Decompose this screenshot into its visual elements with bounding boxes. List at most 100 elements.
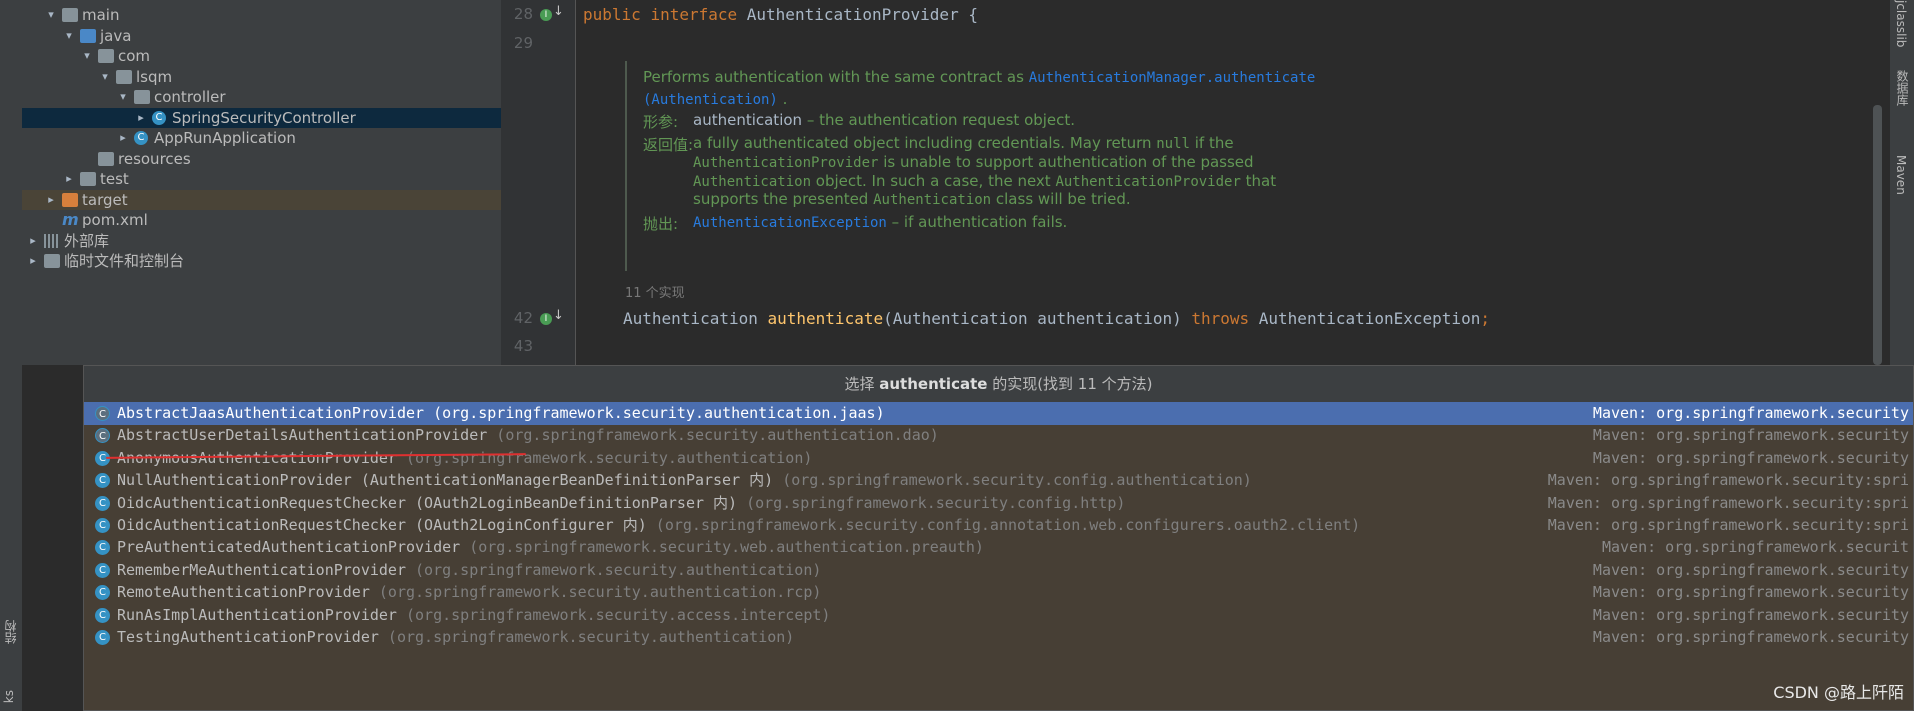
chevron-right-icon[interactable]: ▸ [26, 251, 40, 271]
implemented-gutter-icon[interactable]: I [540, 9, 552, 21]
implementation-item[interactable]: C RememberMeAuthenticationProvider (org.s… [84, 559, 1913, 582]
maven-tool-tab[interactable]: Maven [1894, 155, 1908, 195]
tree-item[interactable]: ▾ lsqm [22, 67, 501, 87]
tree-item[interactable]: ▸ 外部库 [22, 231, 501, 251]
chevron-down-icon[interactable]: ▾ [98, 67, 112, 87]
module-name: Maven: org.springframework.security [1592, 560, 1909, 579]
param-name: authentication [693, 111, 803, 129]
implementation-item[interactable]: C OidcAuthenticationRequestChecker (OAuth… [84, 492, 1913, 515]
doc-link[interactable]: AuthenticationManager.authenticate [1029, 70, 1316, 86]
title-method: authenticate [879, 375, 988, 393]
doc-text: that [1240, 172, 1277, 190]
return-tag: 返回值: [643, 136, 694, 154]
chevron-down-icon[interactable]: ▾ [62, 26, 76, 46]
class-icon: C [152, 110, 166, 125]
implementation-item[interactable]: C RunAsImplAuthenticationProvider (org.sp… [84, 604, 1913, 627]
chevron-down-icon[interactable]: ▾ [44, 5, 58, 25]
choose-implementation-popup: 选择 authenticate 的实现(找到 11 个方法) C Abstract… [83, 365, 1914, 711]
param-tag: 形参: [643, 113, 679, 131]
implementation-list: C AbstractJaasAuthenticationProvider (org… [84, 402, 1913, 710]
class-name: OidcAuthenticationRequestChecker (OAuth2… [117, 516, 647, 534]
package-name: (org.springframework.security.config.ann… [646, 516, 1361, 534]
tree-item[interactable]: ▸ target [22, 189, 501, 210]
implementation-name: OidcAuthenticationRequestChecker (OAuth2… [117, 492, 1125, 515]
tree-item[interactable]: ▾ com [22, 46, 501, 66]
implementation-name: RemoteAuthenticationProvider (org.spring… [117, 581, 821, 604]
package-name: (org.springframework.security.config.htt… [737, 493, 1126, 512]
tree-item-label: controller [154, 88, 226, 106]
doc-text: Performs authentication with the same co… [643, 68, 1029, 86]
tree-item[interactable]: ▸ 临时文件和控制台 [22, 251, 501, 271]
method-name: authenticate [767, 309, 884, 328]
tree-item[interactable]: ▾ java [22, 26, 501, 46]
class-icon: C [95, 562, 110, 578]
tree-item[interactable]: ▸ C AppRunApplication [22, 128, 501, 148]
semicolon: ; [1480, 309, 1490, 328]
code-text: AuthenticationProvider { [737, 5, 978, 24]
implementation-item[interactable]: C NullAuthenticationProvider (Authenticat… [84, 469, 1913, 492]
implementation-item[interactable]: C OidcAuthenticationRequestChecker (OAuth… [84, 514, 1913, 537]
class-icon: C [95, 473, 110, 489]
doc-link[interactable]: AuthenticationException [693, 215, 887, 231]
line-number: 29 [513, 34, 533, 52]
library-icon [44, 233, 60, 248]
implementation-item[interactable]: C AbstractJaasAuthenticationProvider (org… [84, 402, 1913, 425]
doc-link[interactable]: (Authentication) [643, 92, 778, 108]
editor-scrollbar[interactable] [1873, 105, 1882, 365]
popup-title: 选择 authenticate 的实现(找到 11 个方法) [84, 366, 1913, 402]
tree-item[interactable]: ▸ test [22, 169, 501, 189]
module-name: Maven: org.springframework.security [1592, 404, 1909, 422]
class-name: RememberMeAuthenticationProvider [117, 560, 406, 579]
doc-code: Authentication [693, 174, 812, 190]
tree-item[interactable]: m pom.xml [22, 210, 501, 230]
chevron-right-icon[interactable]: ▸ [134, 108, 148, 128]
tree-item[interactable]: resources [22, 149, 501, 169]
arrow-down-icon: ↓ [553, 4, 564, 19]
chevron-right-icon[interactable]: ▸ [44, 190, 58, 210]
abstract-class-icon: C [95, 428, 110, 444]
doc-text: object. In such a case, the next [811, 172, 1056, 190]
implementation-item[interactable]: C AbstractUserDetailsAuthenticationProvid… [84, 424, 1913, 447]
package-name: (org.springframework.security.web.authen… [460, 538, 984, 557]
implementation-name: AbstractUserDetailsAuthenticationProvide… [117, 424, 939, 447]
tree-item[interactable]: ▸ C SpringSecurityController [22, 107, 501, 128]
chevron-right-icon[interactable]: ▸ [26, 231, 40, 251]
tree-item[interactable]: ▾ controller [22, 87, 501, 107]
implementation-item[interactable]: C RemoteAuthenticationProvider (org.sprin… [84, 581, 1913, 604]
doc-text: – the authentication request object. [802, 111, 1076, 129]
doc-text: is unable to support authentication of t… [878, 153, 1254, 171]
implementations-hint[interactable]: 11 个实现 [625, 282, 685, 301]
module-name: Maven: org.springframework.security [1592, 426, 1909, 445]
chevron-right-icon[interactable]: ▸ [116, 128, 130, 148]
tree-item-label: lsqm [136, 67, 173, 86]
tree-item-label: test [100, 170, 129, 188]
implementation-name: RememberMeAuthenticationProvider (org.sp… [117, 559, 821, 582]
implementation-item[interactable]: C TestingAuthenticationProvider (org.spri… [84, 626, 1913, 649]
tree-item[interactable]: ▾ main [22, 5, 501, 25]
implementation-name: AnonymousAuthenticationProvider (org.spr… [117, 447, 812, 470]
chevron-down-icon[interactable]: ▾ [116, 87, 130, 107]
class-name: PreAuthenticatedAuthenticationProvider [117, 538, 461, 557]
database-tool-tab[interactable]: 数据库 [1894, 70, 1911, 106]
tree-item-label: AppRunApplication [154, 129, 296, 147]
rendered-javadoc: Performs authentication with the same co… [625, 61, 1315, 271]
implementation-item[interactable]: C PreAuthenticatedAuthenticationProvider … [84, 536, 1913, 559]
package-icon [134, 90, 150, 104]
class-icon: C [95, 518, 110, 533]
title-text: 选择 [844, 375, 880, 393]
implemented-gutter-icon[interactable]: I [540, 313, 552, 325]
doc-code: Authentication [873, 192, 992, 208]
implementation-item[interactable]: C AnonymousAuthenticationProvider (org.sp… [84, 447, 1913, 470]
class-icon: C [95, 495, 110, 511]
chevron-down-icon[interactable]: ▾ [80, 46, 94, 66]
structure-tool-tab[interactable]: 结构 [2, 620, 19, 644]
arrow-down-icon: ↓ [553, 308, 564, 323]
bookmarks-tool-tab[interactable]: ks [2, 690, 16, 703]
tree-item-label: SpringSecurityController [172, 108, 356, 127]
code-text: (Authentication authentication) [883, 309, 1192, 328]
implementation-name: TestingAuthenticationProvider (org.sprin… [117, 626, 794, 649]
jclasslib-tool-tab[interactable]: jclasslib [1894, 0, 1908, 47]
package-name: (org.springframework.security.authentica… [424, 404, 885, 422]
code-editor[interactable]: 28 I ↓ 29 42 I ↓ 43 public interface Aut… [501, 0, 1781, 365]
chevron-right-icon[interactable]: ▸ [62, 169, 76, 189]
